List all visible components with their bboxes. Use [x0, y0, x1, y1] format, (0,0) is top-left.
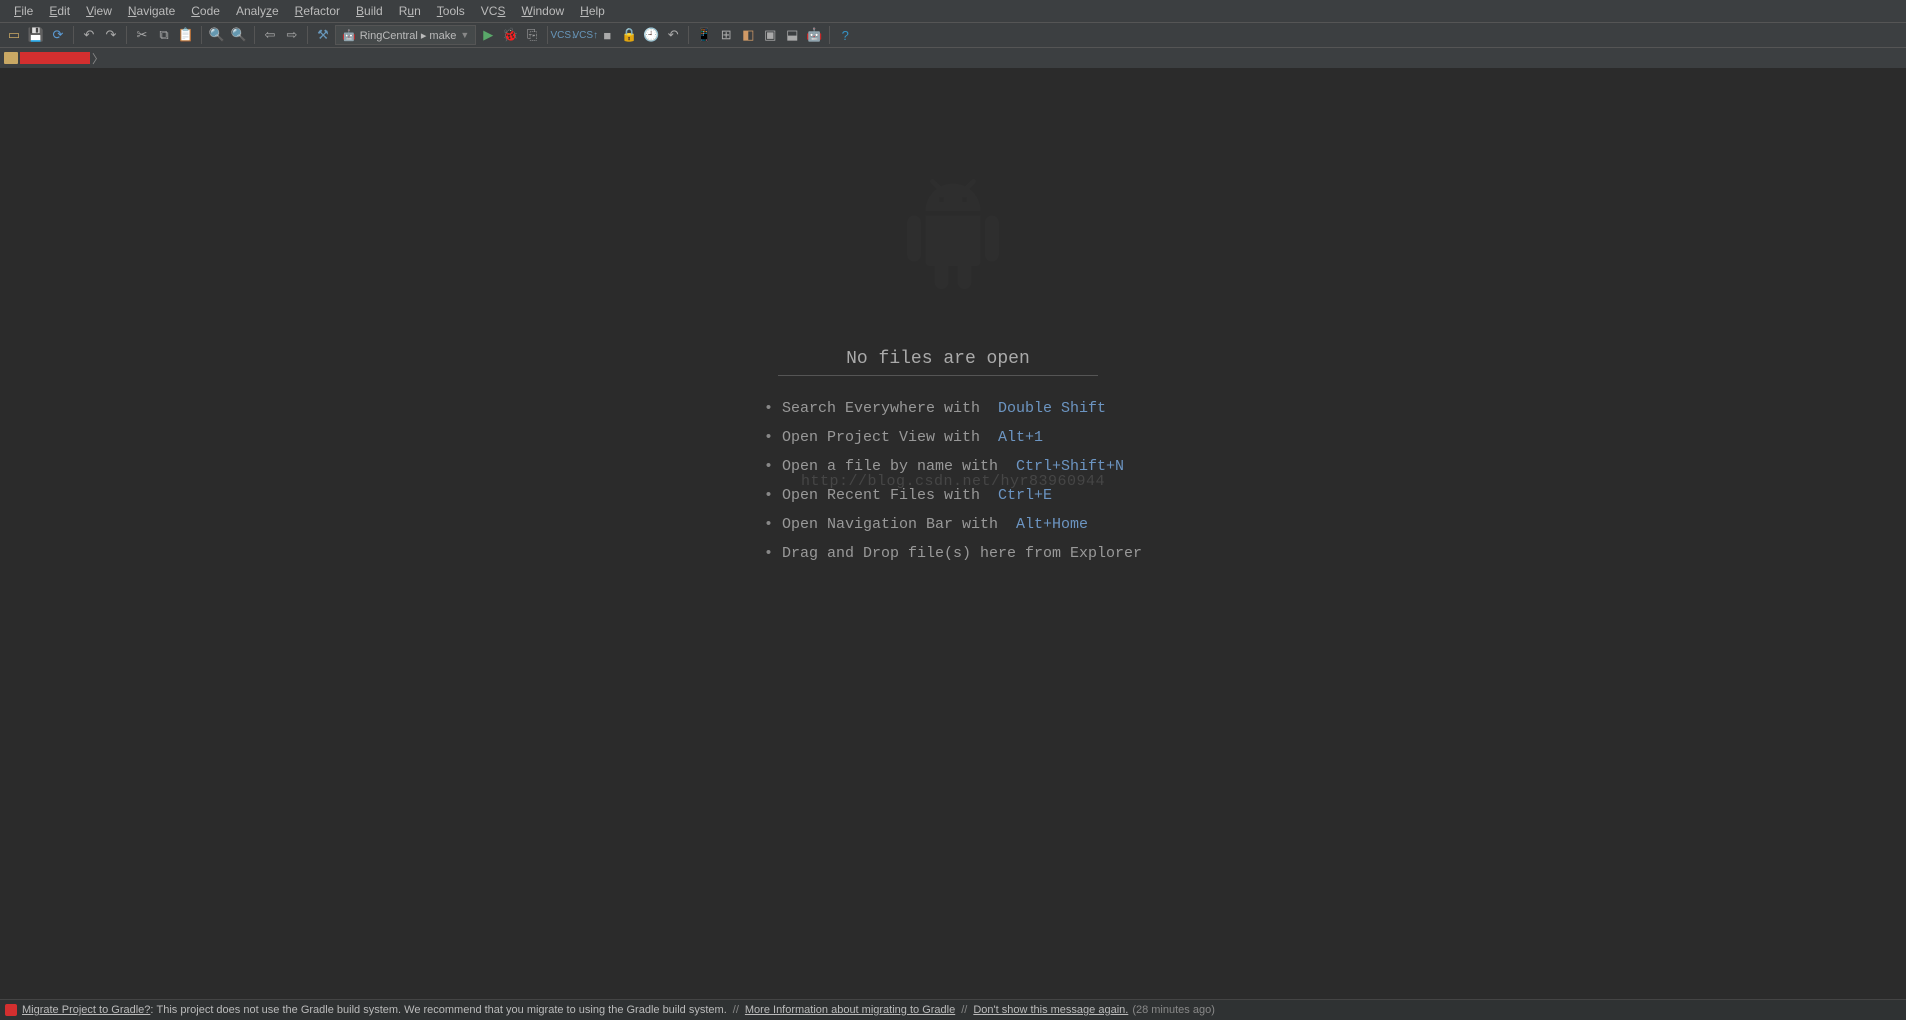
notification-body: This project does not use the Gradle bui…: [157, 1004, 727, 1016]
forward-icon[interactable]: ⇨: [282, 25, 302, 45]
avd-manager-icon[interactable]: 📱: [694, 25, 714, 45]
run-icon[interactable]: ▶: [478, 25, 498, 45]
watermark-text: http://blog.csdn.net/hyr83960944: [801, 473, 1105, 490]
android-device-icon[interactable]: 🤖: [804, 25, 824, 45]
menu-code[interactable]: Code: [183, 2, 228, 20]
device-icon[interactable]: ⬓: [782, 25, 802, 45]
empty-state: No files are open Search Everywhere with…: [764, 349, 1142, 574]
debug-icon[interactable]: 🐞: [500, 25, 520, 45]
lock-icon[interactable]: 🔒: [619, 25, 639, 45]
menu-navigate[interactable]: Navigate: [120, 2, 183, 20]
chevron-right-icon: 〉: [92, 50, 104, 67]
notification-dismiss-link[interactable]: Don't show this message again.: [973, 1004, 1128, 1016]
make-icon[interactable]: ⚒: [313, 25, 333, 45]
monitor-icon[interactable]: ▣: [760, 25, 780, 45]
tip-project-view: Open Project View with Alt+1: [764, 429, 1142, 446]
genymotion-icon[interactable]: ◧: [738, 25, 758, 45]
menu-view[interactable]: View: [78, 2, 120, 20]
menu-help[interactable]: Help: [572, 2, 613, 20]
vcs-update-icon[interactable]: VCS↓: [553, 25, 573, 45]
cut-icon[interactable]: ✂: [132, 25, 152, 45]
history-icon[interactable]: 🕘: [641, 25, 661, 45]
find-icon[interactable]: 🔍: [207, 25, 227, 45]
menu-vcs[interactable]: VCS: [473, 2, 514, 20]
tip-drag-drop: Drag and Drop file(s) here from Explorer: [764, 545, 1142, 562]
tip-search-everywhere: Search Everywhere with Double Shift: [764, 400, 1142, 417]
breadcrumb: 〉: [0, 48, 1906, 69]
tip-nav-bar: Open Navigation Bar with Alt+Home: [764, 516, 1142, 533]
menu-run[interactable]: Run: [391, 2, 429, 20]
menu-refactor[interactable]: Refactor: [287, 2, 348, 20]
copy-icon[interactable]: ⧉: [154, 25, 174, 45]
android-icon: 🤖: [342, 29, 356, 42]
menu-edit[interactable]: Edit: [41, 2, 78, 20]
error-icon: [5, 1004, 17, 1016]
save-icon[interactable]: 💾: [26, 25, 46, 45]
back-icon[interactable]: ⇦: [260, 25, 280, 45]
stop-icon[interactable]: ■: [597, 25, 617, 45]
notification-time: (28 minutes ago): [1132, 1004, 1215, 1016]
vcs-commit-icon[interactable]: VCS↑: [575, 25, 595, 45]
run-configuration-selector[interactable]: 🤖 RingCentral ▸ make ▼: [335, 25, 476, 45]
revert-icon[interactable]: ↶: [663, 25, 683, 45]
open-icon[interactable]: ▭: [4, 25, 24, 45]
android-watermark-icon: [898, 179, 1008, 289]
help-icon[interactable]: ?: [835, 25, 855, 45]
attach-icon[interactable]: ⎘: [522, 25, 542, 45]
redo-icon[interactable]: ↷: [101, 25, 121, 45]
menu-file[interactable]: File: [6, 2, 41, 20]
menu-analyze[interactable]: Analyze: [228, 2, 287, 20]
replace-icon[interactable]: 🔍: [229, 25, 249, 45]
dropdown-icon: ▼: [460, 30, 469, 40]
toolbar: ▭ 💾 ⟳ ↶ ↷ ✂ ⧉ 📋 🔍 🔍 ⇦ ⇨ ⚒ 🤖 RingCentral …: [0, 23, 1906, 48]
editor-empty-area: http://blog.csdn.net/hyr83960944 No file…: [0, 69, 1906, 1003]
notification-title[interactable]: Migrate Project to Gradle?: [22, 1004, 150, 1016]
run-config-label: RingCentral ▸ make: [360, 29, 457, 42]
sdk-manager-icon[interactable]: ⊞: [716, 25, 736, 45]
paste-icon[interactable]: 📋: [176, 25, 196, 45]
sync-icon[interactable]: ⟳: [48, 25, 68, 45]
empty-state-title: No files are open: [778, 349, 1098, 376]
notification-bar: Migrate Project to Gradle? : This projec…: [0, 999, 1906, 1020]
undo-icon[interactable]: ↶: [79, 25, 99, 45]
menu-tools[interactable]: Tools: [429, 2, 473, 20]
menu-bar: File Edit View Navigate Code Analyze Ref…: [0, 0, 1906, 23]
menu-window[interactable]: Window: [513, 2, 572, 20]
notification-more-info-link[interactable]: More Information about migrating to Grad…: [745, 1004, 955, 1016]
menu-build[interactable]: Build: [348, 2, 391, 20]
folder-icon: [4, 52, 18, 64]
project-name-redacted[interactable]: [20, 52, 90, 64]
